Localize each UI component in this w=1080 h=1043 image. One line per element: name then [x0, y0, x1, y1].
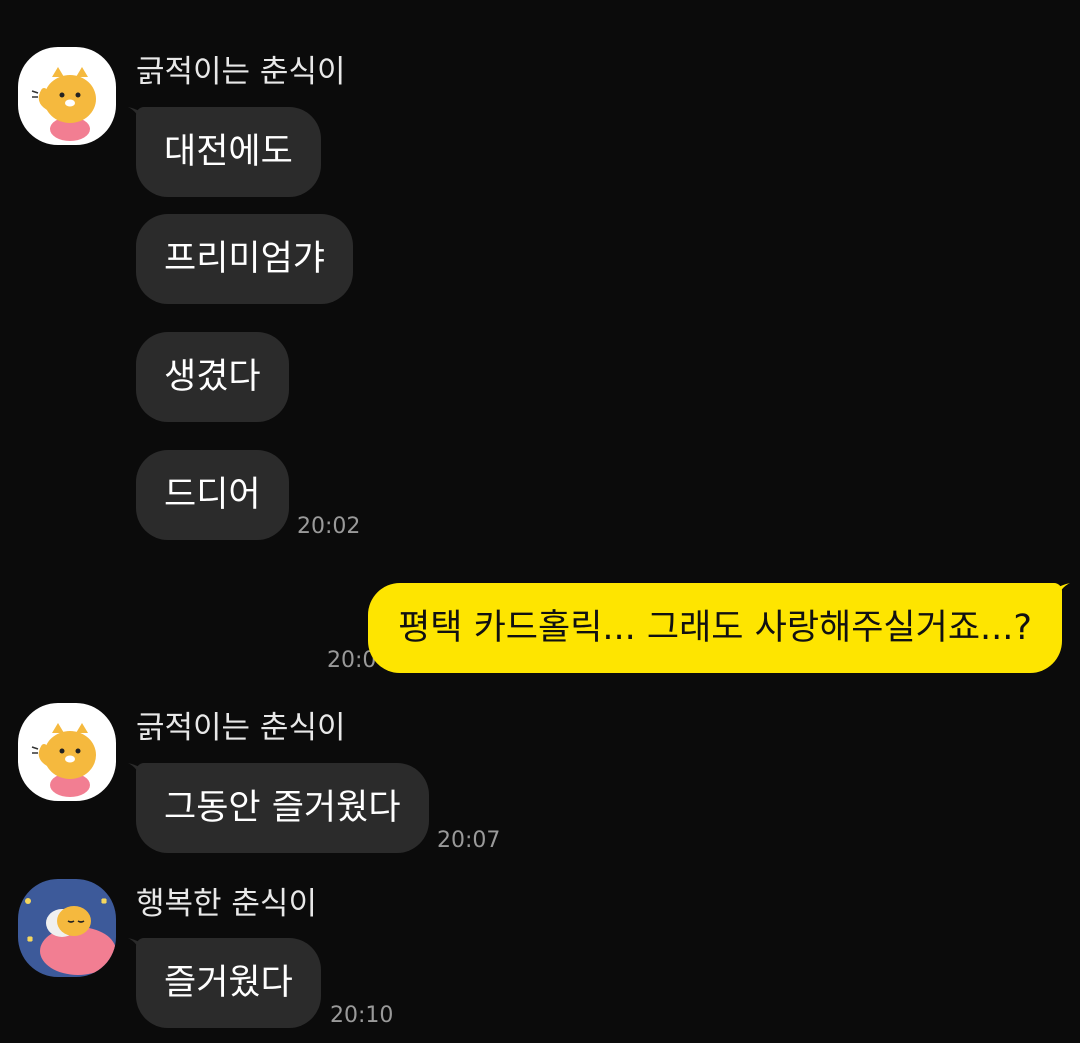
my-message-bubble[interactable]: 평택 카드홀릭... 그래도 사랑해주실거죠...?: [368, 583, 1062, 673]
message-bubble[interactable]: 즐거웠다: [136, 938, 321, 1028]
message-bubble[interactable]: 생겼다: [136, 332, 289, 422]
sender-name: 행복한 춘식이: [136, 886, 317, 922]
profile-avatar-sleeping-choonsik-icon[interactable]: [18, 879, 116, 977]
bubble-tail: [1048, 583, 1070, 607]
chat-thread: 긁적이는 춘식이 대전에도 프리미엄갸 생겼다 드디어 20:02 20:06 …: [0, 0, 1080, 1043]
profile-avatar-choonsik-icon[interactable]: [18, 47, 116, 145]
message-bubble[interactable]: 대전에도: [136, 107, 321, 197]
sender-name: 긁적이는 춘식이: [136, 710, 346, 746]
profile-avatar-choonsik-icon[interactable]: [18, 703, 116, 801]
message-bubble[interactable]: 그동안 즐거웠다: [136, 763, 429, 853]
message-timestamp: 20:02: [297, 514, 361, 539]
message-bubble[interactable]: 프리미엄갸: [136, 214, 354, 304]
message-timestamp: 20:10: [330, 1003, 394, 1028]
sender-name: 긁적이는 춘식이: [136, 54, 346, 90]
message-bubble[interactable]: 드디어: [136, 450, 289, 540]
message-timestamp: 20:07: [437, 828, 501, 853]
